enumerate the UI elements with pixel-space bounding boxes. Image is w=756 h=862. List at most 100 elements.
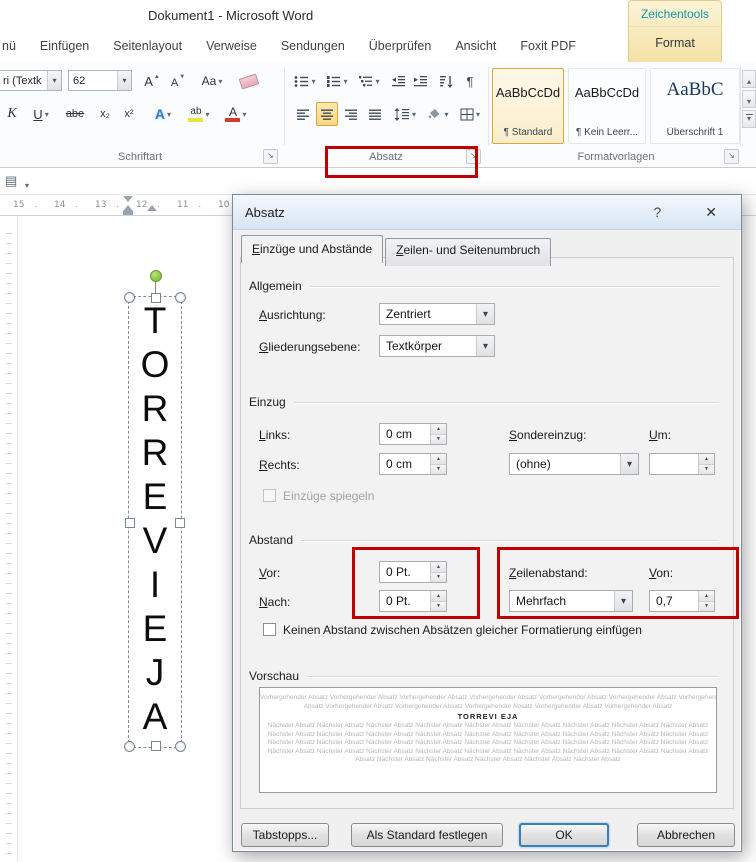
highlight-color-button[interactable]: ab xyxy=(182,102,216,126)
resize-handle-top-left[interactable] xyxy=(124,292,135,303)
resize-handle-bottom-left[interactable] xyxy=(124,741,135,752)
letter: V xyxy=(143,519,168,563)
italic-button[interactable]: K xyxy=(2,102,22,126)
line-spacing-at-input[interactable]: 0,7 xyxy=(649,590,715,612)
spinner-arrows[interactable] xyxy=(698,454,714,474)
numbering-button[interactable] xyxy=(322,70,352,92)
resize-handle-top-right[interactable] xyxy=(175,292,186,303)
indent-left-input[interactable]: 0 cm xyxy=(379,423,447,445)
underline-button[interactable]: U xyxy=(26,102,56,126)
resize-handle-top[interactable] xyxy=(151,293,161,303)
show-paragraph-marks-button[interactable]: ¶ xyxy=(460,70,480,92)
spinner-arrows[interactable] xyxy=(430,591,446,611)
subscript-button[interactable]: x₂ xyxy=(94,102,116,126)
style-kein-leerraum[interactable]: AaBbCcDd ¶ Kein Leerr... xyxy=(568,68,646,144)
tab-seitenlayout[interactable]: Seitenlayout xyxy=(101,30,194,62)
justify-button[interactable] xyxy=(364,102,386,126)
tab-einzuege-und-abstaende[interactable]: Einzüge und Abstände xyxy=(241,235,383,263)
grow-font-button[interactable]: A xyxy=(140,70,164,92)
style-standard[interactable]: AaBbCcDd ¶ Standard xyxy=(492,68,564,144)
mirror-indents-checkbox[interactable] xyxy=(263,489,276,502)
set-as-default-button[interactable]: Als Standard festlegen xyxy=(351,823,503,847)
tab-verweise[interactable]: Verweise xyxy=(194,30,269,62)
ok-button[interactable]: OK xyxy=(519,823,609,847)
resize-handle-right[interactable] xyxy=(175,518,185,528)
schriftart-dialog-launcher-icon[interactable] xyxy=(263,149,278,164)
dialog-title-bar[interactable]: Absatz ? ✕ xyxy=(233,195,741,230)
shrink-font-button[interactable]: A xyxy=(166,70,190,92)
style-ueberschrift-1[interactable]: AaBbC Überschrift 1 xyxy=(650,68,740,144)
font-color-button[interactable]: A xyxy=(220,102,252,126)
left-indent-marker[interactable] xyxy=(123,211,133,215)
tab-einfuegen[interactable]: Einfügen xyxy=(28,30,101,62)
spinner-arrows[interactable] xyxy=(698,591,714,611)
indent-right-input[interactable]: 0 cm xyxy=(379,453,447,475)
dropdown-arrow-icon[interactable] xyxy=(476,336,494,356)
font-color-icon: A xyxy=(225,107,240,122)
sort-button[interactable] xyxy=(434,70,458,92)
spacing-after-input[interactable]: 0 Pt. xyxy=(379,590,447,612)
line-spacing-select[interactable]: Mehrfach xyxy=(509,590,633,612)
shading-button[interactable] xyxy=(424,102,452,126)
styles-gallery-more-button[interactable] xyxy=(742,110,756,128)
clear-formatting-button[interactable] xyxy=(236,70,262,92)
align-right-button[interactable] xyxy=(340,102,362,126)
underline-icon: U xyxy=(33,107,42,122)
resize-handle-bottom[interactable] xyxy=(151,741,161,751)
increase-indent-button[interactable] xyxy=(410,70,430,92)
font-size-value: 62 xyxy=(69,71,117,90)
tab-ansicht[interactable]: Ansicht xyxy=(443,30,508,62)
absatz-dialog-launcher-icon[interactable] xyxy=(466,149,481,164)
font-size-dropdown-arrow-icon[interactable] xyxy=(117,71,131,90)
right-indent-marker[interactable] xyxy=(147,205,157,211)
quick-toolbar-icon[interactable] xyxy=(5,172,17,190)
styles-gallery-up-button[interactable] xyxy=(742,70,756,88)
tab-ueberpruefen[interactable]: Überprüfen xyxy=(357,30,444,62)
cancel-button[interactable]: Abbrechen xyxy=(637,823,735,847)
close-icon[interactable]: ✕ xyxy=(705,204,717,221)
alignment-label: Ausrichtung: xyxy=(259,308,326,322)
spinner-arrows[interactable] xyxy=(430,424,446,444)
align-center-button[interactable] xyxy=(316,102,338,126)
help-button[interactable]: ? xyxy=(653,204,661,220)
multilevel-list-button[interactable] xyxy=(354,70,384,92)
tab-zeilen-und-seitenumbruch[interactable]: Zeilen- und Seitenumbruch xyxy=(385,238,551,266)
line-spacing-button[interactable] xyxy=(390,102,420,126)
tab-sendungen[interactable]: Sendungen xyxy=(269,30,357,62)
change-case-button[interactable]: Aa xyxy=(196,70,228,92)
text-box[interactable]: T O R R E V I E J A xyxy=(128,296,182,748)
font-name-combo[interactable]: ri (Textk xyxy=(0,70,62,91)
spinner-arrows[interactable] xyxy=(430,562,446,582)
outline-level-select[interactable]: Textkörper xyxy=(379,335,495,357)
dropdown-arrow-icon[interactable] xyxy=(476,304,494,324)
superscript-button[interactable]: x² xyxy=(118,102,140,126)
resize-handle-left[interactable] xyxy=(125,518,135,528)
rotation-handle[interactable] xyxy=(150,270,162,282)
dropdown-arrow-icon[interactable] xyxy=(614,591,632,611)
strikethrough-button[interactable]: abe xyxy=(60,102,90,126)
spinner-arrows[interactable] xyxy=(430,454,446,474)
quick-toolbar-dropdown-arrow-icon[interactable] xyxy=(25,175,29,193)
text-effects-button[interactable]: A xyxy=(148,102,178,126)
bullets-button[interactable] xyxy=(290,70,320,92)
tab-foxit-pdf[interactable]: Foxit PDF xyxy=(508,30,588,62)
borders-button[interactable] xyxy=(456,102,484,126)
align-left-button[interactable] xyxy=(292,102,314,126)
special-indent-select[interactable]: (ohne) xyxy=(509,453,639,475)
tab-format[interactable]: Format xyxy=(629,36,721,50)
no-spacing-same-style-checkbox[interactable] xyxy=(263,623,276,636)
tab-menue[interactable]: nü xyxy=(0,30,28,62)
ruler-ticks xyxy=(6,224,12,854)
styles-gallery-down-button[interactable] xyxy=(742,90,756,108)
spacing-before-input[interactable]: 0 Pt. xyxy=(379,561,447,583)
first-line-indent-marker[interactable] xyxy=(123,196,133,202)
decrease-indent-button[interactable] xyxy=(388,70,408,92)
dropdown-arrow-icon[interactable] xyxy=(620,454,638,474)
formatvorlagen-dialog-launcher-icon[interactable] xyxy=(724,149,739,164)
resize-handle-bottom-right[interactable] xyxy=(175,741,186,752)
tabstops-button[interactable]: Tabstopps... xyxy=(241,823,329,847)
indent-by-input[interactable] xyxy=(649,453,715,475)
font-size-combo[interactable]: 62 xyxy=(68,70,132,91)
font-name-dropdown-arrow-icon[interactable] xyxy=(47,71,61,90)
alignment-select[interactable]: Zentriert xyxy=(379,303,495,325)
